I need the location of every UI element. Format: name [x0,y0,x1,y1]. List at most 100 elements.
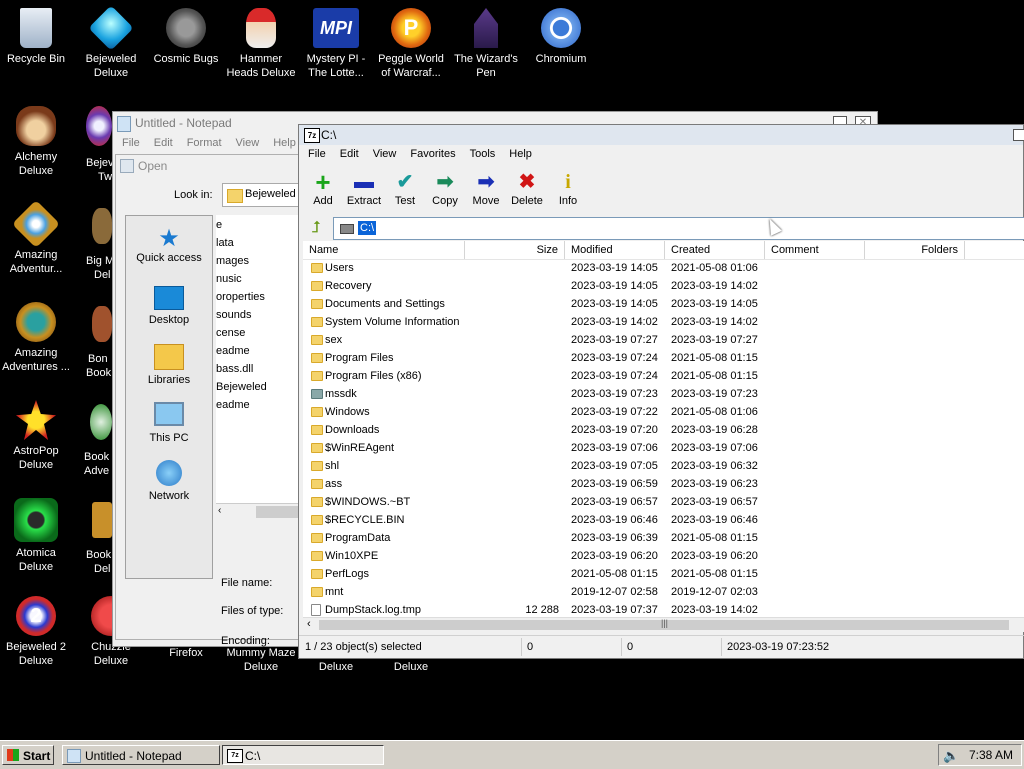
test-button[interactable]: ✔ Test [385,165,425,207]
table-row[interactable]: mssdk 2023-03-19 07:23 2023-03-19 07:23 [303,385,1023,403]
table-row[interactable]: shl 2023-03-19 07:05 2023-03-19 06:32 [303,457,1023,475]
taskbar-sevenzip[interactable]: 7z C:\ [222,745,384,765]
bejeweled-twist-icon[interactable] [86,106,112,146]
table-row[interactable]: ProgramData 2023-03-19 06:39 2021-05-08 01… [303,529,1023,547]
menu-edit[interactable]: Edit [147,134,180,152]
big-money-icon[interactable] [92,208,112,244]
table-row[interactable]: Program Files (x86) 2023-03-19 07:24 2021-… [303,367,1023,385]
menu-favorites[interactable]: Favorites [403,145,462,163]
menu-format[interactable]: Format [180,134,229,152]
scroll-left-icon[interactable]: ‹ [218,505,221,516]
desktop-icon-recycle-bin[interactable]: Recycle Bin [0,8,74,66]
info-button[interactable]: i Info [548,165,588,207]
minimize-icon[interactable] [1013,129,1024,141]
desktop-icon-astropop[interactable]: AstroPop Deluxe [0,400,74,472]
desktop-icon-bejeweled-2[interactable]: 2 Bejeweled 2 Deluxe [0,596,74,668]
file-list-hscrollbar[interactable]: ‹ ||| [303,617,1024,632]
table-row[interactable]: Recovery 2023-03-19 14:05 2023-03-19 14:02 [303,277,1023,295]
table-row[interactable]: $WINDOWS.~BT 2023-03-19 06:57 2023-03-19 0… [303,493,1023,511]
clock[interactable]: 7:38 AM [969,748,1013,762]
table-row[interactable]: Program Files 2023-03-19 07:24 2021-05-08 … [303,349,1023,367]
menu-edit[interactable]: Edit [333,145,366,163]
table-row[interactable]: mnt 2019-12-07 02:58 2019-12-07 02:03 [303,583,1023,601]
table-row[interactable]: ass 2023-03-19 06:59 2023-03-19 06:23 [303,475,1023,493]
up-folder-button[interactable]: ⮥ [303,217,329,239]
open-dialog-titlebar[interactable]: Open [116,155,302,177]
place-desktop[interactable]: Desktop [126,286,212,326]
menu-view[interactable]: View [366,145,404,163]
list-item[interactable]: bass.dll [216,363,253,375]
address-input[interactable]: C:\ [358,221,377,235]
place-libraries[interactable]: Libraries [126,344,212,386]
list-item[interactable]: nusic [216,273,242,285]
list-item[interactable]: sounds [216,309,251,321]
column-comment[interactable]: Comment [765,241,865,259]
desktop-icon-atomica[interactable]: Atomica Deluxe [0,498,74,574]
bonnies-bookstore-icon[interactable] [92,306,112,342]
table-row[interactable]: Windows 2023-03-19 07:22 2021-05-08 01:06 [303,403,1023,421]
extract-button[interactable]: ▬ Extract [344,165,384,207]
list-item[interactable]: eadme [216,345,250,357]
menu-file[interactable]: File [115,134,147,152]
desktop-icon-deluxe-b[interactable]: Deluxe [373,660,449,674]
column-size[interactable]: Size [465,241,565,259]
list-item[interactable]: cense [216,327,245,339]
sevenzip-window[interactable]: 7z C:\ File Edit View Favorites Tools Help + … [298,124,1024,659]
table-row[interactable]: PerfLogs 2021-05-08 01:15 2021-05-08 01:15 [303,565,1023,583]
dialog-hscrollbar[interactable]: ‹ [216,503,302,520]
desktop-icon-mystery-pi[interactable]: MPI Mystery PI - The Lotte... [298,8,374,80]
desktop-icon-alchemy[interactable]: Alchemy Deluxe [0,106,74,178]
copy-button[interactable]: ➡ Copy [425,165,465,207]
list-item[interactable]: eadme [216,399,250,411]
column-created[interactable]: Created [665,241,765,259]
desktop-icon-mummy-maze[interactable]: Mummy Maze Deluxe [223,646,299,674]
menu-help[interactable]: Help [502,145,539,163]
file-list[interactable]: Name Size Modified Created Comment Folde… [303,241,1024,619]
column-name[interactable]: Name [303,241,465,259]
bookworm-adventures-icon[interactable] [90,404,112,440]
volume-icon[interactable]: 🔈 [943,748,959,764]
address-bar[interactable]: C:\ [333,217,1024,240]
menu-file[interactable]: File [301,145,333,163]
place-network[interactable]: Network [126,460,212,502]
list-item[interactable]: oroperties [216,291,265,303]
place-quick-access[interactable]: ★ Quick access [126,226,212,265]
desktop-icon-amazing-adventures-2[interactable]: Amazing Adventures ... [0,302,74,374]
look-in-select[interactable]: Bejeweled [222,183,303,207]
table-row[interactable]: $RECYCLE.BIN 2023-03-19 06:46 2023-03-19 0… [303,511,1023,529]
column-modified[interactable]: Modified [565,241,665,259]
table-row[interactable]: Users 2023-03-19 14:05 2021-05-08 01:06 [303,259,1023,277]
dialog-file-list[interactable]: e lata mages nusic oroperties sounds cen… [216,215,302,520]
sevenzip-titlebar[interactable]: 7z C:\ [299,125,1024,145]
bookworm-icon[interactable] [92,502,112,538]
move-button[interactable]: ➡ Move [466,165,506,207]
scroll-thumb[interactable] [256,506,302,518]
column-folders[interactable]: Folders [865,241,965,259]
desktop-icon-hammer-heads[interactable]: Hammer Heads Deluxe [223,8,299,80]
list-item[interactable]: Bejeweled [216,381,267,393]
desktop-icon-wizards-pen[interactable]: The Wizard's Pen [448,8,524,80]
scroll-left-icon[interactable]: ‹ [307,618,311,630]
table-row[interactable]: Downloads 2023-03-19 07:20 2023-03-19 06:2… [303,421,1023,439]
list-item[interactable]: mages [216,255,249,267]
table-row[interactable]: Win10XPE 2023-03-19 06:20 2023-03-19 06:20 [303,547,1023,565]
menu-view[interactable]: View [229,134,267,152]
table-row[interactable]: System Volume Information 2023-03-19 14:0… [303,313,1023,331]
add-button[interactable]: + Add [303,165,343,207]
table-row[interactable]: sex 2023-03-19 07:27 2023-03-19 07:27 [303,331,1023,349]
delete-button[interactable]: ✖ Delete [507,165,547,207]
desktop-icon-firefox[interactable]: Firefox [148,646,224,660]
start-button[interactable]: Start [2,745,54,765]
menu-tools[interactable]: Tools [463,145,503,163]
list-item[interactable]: lata [216,237,234,249]
taskbar-notepad[interactable]: Untitled - Notepad [62,745,220,765]
desktop-icon-cosmic-bugs[interactable]: Cosmic Bugs [148,8,224,66]
list-item[interactable]: e [216,219,222,231]
desktop-icon-bejeweled[interactable]: Bejeweled Deluxe [73,5,149,80]
desktop-icon-peggle[interactable]: P Peggle World of Warcraf... [373,8,449,80]
place-this-pc[interactable]: This PC [126,402,212,444]
table-row[interactable]: Documents and Settings 2023-03-19 14:05 20… [303,295,1023,313]
open-dialog[interactable]: Open Look in: Bejeweled ★ Quick access D… [115,154,303,647]
desktop-icon-amazing-adventures[interactable]: Amazing Adventur... [0,199,74,276]
desktop-icon-chromium[interactable]: Chromium [523,8,599,66]
